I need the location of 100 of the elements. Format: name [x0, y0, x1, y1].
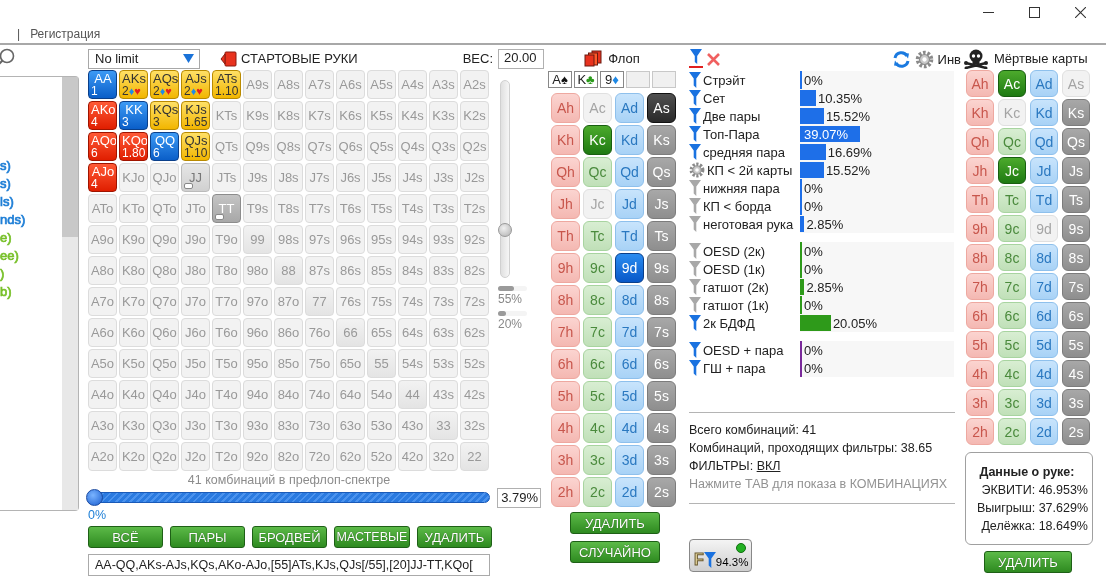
- card-button[interactable]: 8h: [966, 244, 994, 271]
- hand-cell[interactable]: T2o: [212, 442, 241, 471]
- hand-cell[interactable]: 32s: [460, 411, 489, 440]
- hand-cell[interactable]: AKs 2♦♥: [119, 70, 148, 99]
- list-item[interactable]: ): [0, 265, 5, 283]
- filter-icon[interactable]: [689, 144, 701, 160]
- hand-cell[interactable]: 84s: [398, 256, 427, 285]
- hand-cell[interactable]: Q6s: [336, 132, 365, 161]
- hand-cell[interactable]: AQo 6: [88, 132, 117, 161]
- card-button[interactable]: 9d: [615, 253, 644, 283]
- filter-icon[interactable]: [689, 216, 701, 232]
- hand-cell[interactable]: Q8o: [150, 256, 179, 285]
- list-item[interactable]: b): [0, 283, 12, 301]
- card-button[interactable]: 6s: [1062, 302, 1090, 329]
- filter-icon[interactable]: [689, 49, 703, 69]
- hand-cell[interactable]: 95s: [367, 225, 396, 254]
- card-button[interactable]: 3s: [1062, 389, 1090, 416]
- card-button[interactable]: 2c: [583, 477, 612, 507]
- card-button[interactable]: 8c: [998, 244, 1026, 271]
- card-button[interactable]: Ad: [615, 93, 644, 123]
- hand-cell[interactable]: QTo: [150, 194, 179, 223]
- hand-cell[interactable]: T7s: [305, 194, 334, 223]
- board-card[interactable]: 9♦: [600, 71, 624, 88]
- card-button[interactable]: Qh: [551, 157, 580, 187]
- card-button[interactable]: Ad: [1030, 70, 1058, 97]
- card-button[interactable]: Th: [551, 221, 580, 251]
- hand-cell[interactable]: J7s: [305, 163, 334, 192]
- card-button[interactable]: Kd: [615, 125, 644, 155]
- filter-icon[interactable]: [689, 243, 701, 259]
- hand-cell[interactable]: K8s: [274, 101, 303, 130]
- hand-cell[interactable]: A7s: [305, 70, 334, 99]
- hand-cell[interactable]: 62s: [460, 318, 489, 347]
- card-button[interactable]: 9h: [551, 253, 580, 283]
- hand-cell[interactable]: 52s: [460, 349, 489, 378]
- action-button[interactable]: БРОДВЕЙ: [252, 526, 327, 548]
- hand-cell[interactable]: A3o: [88, 411, 117, 440]
- hand-cell[interactable]: 62o: [336, 442, 365, 471]
- hand-cell[interactable]: KJs 1.65: [181, 101, 210, 130]
- card-button[interactable]: Th: [966, 186, 994, 213]
- slider-thumb[interactable]: [498, 222, 512, 237]
- hand-cell[interactable]: A2s: [460, 70, 489, 99]
- hand-cell[interactable]: J5o: [181, 349, 210, 378]
- card-button[interactable]: 3d: [1030, 389, 1058, 416]
- card-button[interactable]: Qd: [1030, 128, 1058, 155]
- card-button[interactable]: 7s: [647, 317, 676, 347]
- weight-field[interactable]: 20.00: [498, 48, 544, 69]
- hand-cell[interactable]: KJo: [119, 163, 148, 192]
- hand-cell[interactable]: 75o: [305, 349, 334, 378]
- hand-cell[interactable]: 98o: [243, 256, 272, 285]
- hand-cell[interactable]: QQ 6: [150, 132, 179, 161]
- hand-cell[interactable]: A9o: [88, 225, 117, 254]
- hand-cell[interactable]: QJs 1.10: [181, 132, 210, 161]
- hand-cell[interactable]: J9o: [181, 225, 210, 254]
- card-button[interactable]: 9s: [1062, 215, 1090, 242]
- hand-cell[interactable]: K3s: [429, 101, 458, 130]
- hand-cell[interactable]: T6o: [212, 318, 241, 347]
- hand-cell[interactable]: 54o: [367, 380, 396, 409]
- hand-cell[interactable]: K4o: [119, 380, 148, 409]
- filter-icon[interactable]: [689, 360, 701, 376]
- card-button[interactable]: Qs: [1062, 128, 1090, 155]
- hand-cell[interactable]: K2o: [119, 442, 148, 471]
- action-button[interactable]: УДАЛИТЬ: [417, 526, 492, 548]
- hand-cell[interactable]: T8o: [212, 256, 241, 285]
- hand-cell[interactable]: 53o: [367, 411, 396, 440]
- slider-thumb[interactable]: [86, 489, 103, 506]
- hand-cell[interactable]: 95o: [243, 349, 272, 378]
- card-button[interactable]: Qh: [966, 128, 994, 155]
- hand-cell[interactable]: J3s: [429, 163, 458, 192]
- refresh-icon[interactable]: [891, 49, 911, 69]
- hand-cell[interactable]: 52o: [367, 442, 396, 471]
- card-button[interactable]: 6d: [615, 349, 644, 379]
- card-button[interactable]: 4d: [1030, 360, 1058, 387]
- hand-cell[interactable]: QTs: [212, 132, 241, 161]
- hand-cell[interactable]: 93o: [243, 411, 272, 440]
- hand-cell[interactable]: Q3o: [150, 411, 179, 440]
- card-button[interactable]: 6s: [647, 349, 676, 379]
- hand-cell[interactable]: A8o: [88, 256, 117, 285]
- hand-cell[interactable]: 83s: [429, 256, 458, 285]
- hand-cell[interactable]: 87o: [274, 287, 303, 316]
- card-button[interactable]: Jc: [998, 157, 1026, 184]
- hand-cell[interactable]: A2o: [88, 442, 117, 471]
- hand-cell[interactable]: 54s: [398, 349, 427, 378]
- card-button[interactable]: 3h: [966, 389, 994, 416]
- action-button[interactable]: ПАРЫ: [170, 526, 245, 548]
- hand-cell[interactable]: T8s: [274, 194, 303, 223]
- card-button[interactable]: As: [647, 93, 676, 123]
- hand-cell[interactable]: Q9o: [150, 225, 179, 254]
- scrollbar[interactable]: [62, 77, 78, 510]
- hand-cell[interactable]: 83o: [274, 411, 303, 440]
- hand-cell[interactable]: J9s: [243, 163, 272, 192]
- card-button[interactable]: Jd: [1030, 157, 1058, 184]
- hand-cell[interactable]: T9s: [243, 194, 272, 223]
- hand-cell[interactable]: Q3s: [429, 132, 458, 161]
- card-button[interactable]: Ts: [1062, 186, 1090, 213]
- hand-cell[interactable]: 43s: [429, 380, 458, 409]
- hand-cell[interactable]: K9o: [119, 225, 148, 254]
- card-button[interactable]: 5d: [1030, 331, 1058, 358]
- card-button[interactable]: 6c: [583, 349, 612, 379]
- hand-cell[interactable]: Q5o: [150, 349, 179, 378]
- card-button[interactable]: 6d: [1030, 302, 1058, 329]
